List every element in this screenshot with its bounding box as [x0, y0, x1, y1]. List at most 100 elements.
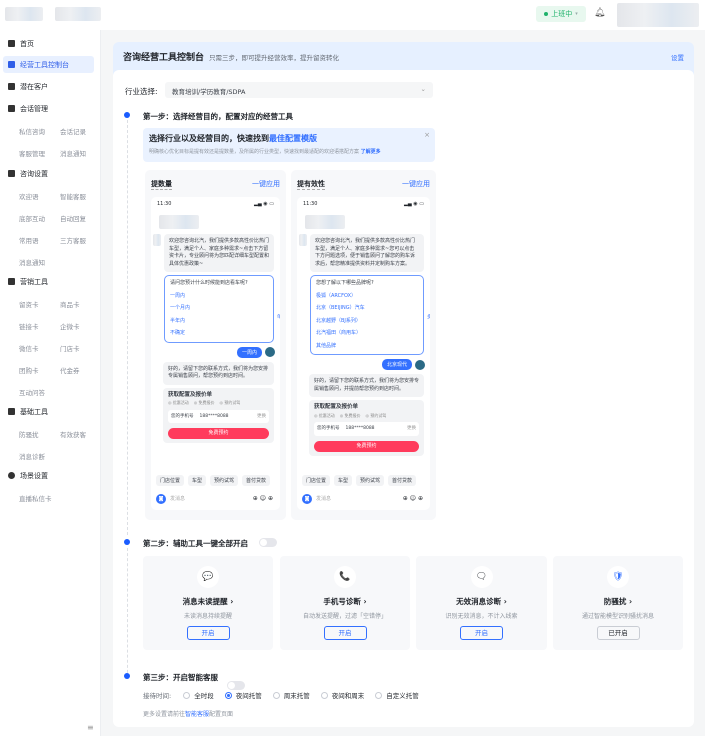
sidebar-subitem[interactable]: 直播私信卡	[19, 493, 52, 503]
top-bar: 上班中 ▾ 🔔︎	[0, 0, 705, 30]
quick-option[interactable]: 不确定	[170, 330, 268, 338]
quick-option[interactable]: 北京（BEIJING）汽车	[316, 305, 418, 313]
sidebar-subitem[interactable]: 防骚扰	[19, 429, 39, 439]
sidebar-subitem[interactable]: 商品卡	[60, 299, 80, 309]
bell-icon[interactable]: 🔔︎	[594, 8, 605, 18]
settings-link[interactable]: 设置	[671, 52, 684, 62]
tool-name[interactable]: 无效消息诊断	[456, 597, 501, 606]
submit-button[interactable]: 免费预约	[314, 440, 419, 452]
sidebar-subitem[interactable]: 微信卡	[19, 343, 39, 353]
radio-night-weekend[interactable]: 夜间和周末	[320, 690, 364, 700]
quick-option[interactable]: 极狐（ARCFOX）	[316, 293, 418, 301]
step2-dot	[124, 539, 130, 545]
input-actions-icons[interactable]: ⊕☺⊕	[403, 495, 425, 502]
sidebar-item-console[interactable]: 经营工具控制台	[3, 56, 94, 73]
user-profile[interactable]	[617, 3, 699, 27]
apply-button[interactable]: 一键应用	[252, 179, 280, 190]
enabled-button[interactable]: 已开启	[596, 626, 640, 640]
camera-icon[interactable]: ◙	[302, 493, 312, 504]
quick-chip[interactable]: 首付贷款	[388, 475, 417, 486]
sidebar-subitem[interactable]: 门店卡	[60, 343, 80, 353]
sidebar-item-session[interactable]: 会话管理	[3, 100, 94, 117]
quick-option[interactable]: 半年内	[170, 318, 268, 326]
sidebar-subitem[interactable]: 私信咨询	[19, 126, 45, 136]
input-actions-icons[interactable]: ⊕☺⊕	[253, 495, 275, 502]
quick-chip[interactable]: 预约试驾	[356, 475, 385, 486]
quick-chips: 门店位置 车型 预约试驾 首付贷款	[302, 475, 417, 486]
tool-card-anti-harassment: 🛡 防骚扰 › 通过智能模型识别骚扰消息 已开启	[553, 556, 683, 650]
sidebar-subitem[interactable]: 三方客服	[60, 235, 86, 245]
sidebar-item-leads[interactable]: 潜在客户	[3, 78, 94, 95]
sidebar-subitem[interactable]: 团购卡	[19, 365, 39, 375]
tool-name[interactable]: 手机号诊断	[323, 597, 361, 606]
sidebar-subitem[interactable]: 智能客服	[60, 191, 86, 201]
apply-button[interactable]: 一键应用	[402, 179, 430, 190]
sidebar-subitem[interactable]: 消息通知	[19, 257, 45, 267]
enable-button[interactable]: 开启	[460, 626, 503, 640]
tool-card-unread-reminder: 💬 消息未读提醒 › 未读消息持续提醒 开启	[143, 556, 273, 650]
quick-option[interactable]: 一周内	[170, 293, 268, 301]
tool-name[interactable]: 消息未读提醒	[183, 597, 228, 606]
sidebar-item-basic[interactable]: 基础工具	[3, 403, 94, 420]
question-card: 您想了解以下哪些品牌呢? 极狐（ARCFOX） 北京（BEIJING）汽车 北京越野（…	[310, 275, 430, 355]
sidebar-subitem[interactable]: 代金券	[60, 365, 80, 375]
collapse-sidebar-icon[interactable]: ≡	[87, 723, 94, 732]
quick-chip[interactable]: 首付贷款	[242, 475, 271, 486]
work-status-dropdown[interactable]: 上班中 ▾	[536, 6, 586, 22]
camera-icon[interactable]: ◙	[156, 493, 166, 504]
radio-all-time[interactable]: 全时段	[183, 690, 214, 700]
quick-option[interactable]: 北汽福田（商用车）	[316, 330, 418, 338]
quick-chip[interactable]: 车型	[334, 475, 353, 486]
sidebar-subitem[interactable]: 自动回复	[60, 213, 86, 223]
tool-name[interactable]: 防骚扰	[604, 597, 627, 606]
account-logo	[55, 7, 101, 21]
quick-option[interactable]: 一个月内	[170, 305, 268, 313]
quick-chips: 门店位置 车型 预约试驾 首付贷款	[156, 475, 271, 486]
sidebar-item-marketing[interactable]: 营销工具	[3, 273, 94, 290]
page-title: 咨询经营工具控制台	[123, 53, 205, 63]
change-phone-link[interactable]: 更换	[257, 413, 266, 421]
message-input[interactable]: 发消息	[170, 495, 185, 502]
sidebar-subitem[interactable]: 常用语	[19, 235, 39, 245]
radio-custom[interactable]: 自定义托管	[375, 690, 419, 700]
radio-night[interactable]: 夜间托管	[224, 690, 262, 700]
sidebar-subitem[interactable]: 底部互动	[19, 213, 45, 223]
enable-button[interactable]: 开启	[323, 626, 367, 640]
step3-toggle[interactable]	[227, 681, 245, 690]
quick-option[interactable]: 其他品牌	[316, 343, 418, 351]
quick-chip[interactable]: 门店位置	[156, 475, 185, 486]
sidebar-subitem[interactable]: 有效获客	[60, 429, 86, 439]
quick-chip[interactable]: 门店位置	[302, 475, 331, 486]
banner-desc: 明确核心优化目标是提有效还是提数量，及所属的行业类型，快速找到最适配的欢迎语搭配…	[149, 149, 360, 155]
sidebar-subitem[interactable]: 消息通知	[60, 148, 86, 158]
radio-weekend[interactable]: 周末托管	[272, 690, 310, 700]
enable-button[interactable]: 开启	[186, 626, 230, 640]
sidebar-item-scene[interactable]: 场景设置	[3, 467, 94, 484]
sidebar-item-home[interactable]: 首页	[3, 35, 94, 52]
industry-select[interactable]: 教育培训/学历教育/SDPA ⌄	[165, 82, 433, 98]
change-phone-link[interactable]: 更换	[407, 425, 416, 433]
learn-more-link[interactable]: 了解更多	[361, 149, 381, 155]
sidebar-subitem[interactable]: 客服管理	[19, 148, 45, 158]
sidebar-subitem[interactable]: 欢迎语	[19, 191, 39, 201]
sidebar-subitem[interactable]: 企微卡	[60, 321, 80, 331]
sidebar-subitem[interactable]: 消息诊断	[19, 451, 45, 461]
reception-time-label: 接待时间:	[143, 692, 172, 700]
sidebar-subitem[interactable]: 链接卡	[19, 321, 39, 331]
sidebar-subitem[interactable]: 留资卡	[19, 299, 39, 309]
quick-chip[interactable]: 预约试驾	[210, 475, 239, 486]
quick-option[interactable]: 北京越野（BJ系列）	[316, 318, 418, 326]
template-panel: 提数量 一键应用 11:30 ▂▄ ◉ ▭ 欢迎您咨询北汽，我们提供多款高性价比热…	[145, 170, 286, 520]
sidebar-subitem[interactable]: 互动问答	[19, 387, 45, 397]
close-icon[interactable]: ×	[424, 131, 430, 139]
step2-toggle[interactable]	[259, 538, 277, 547]
lead-form-card: 获取配置及报价单 ◎ 优惠活动 ◎ 免费报价 ◎ 预约试驾 您的手机号 188****…	[309, 400, 424, 456]
sidebar-subitem[interactable]: 会话记录	[60, 126, 86, 136]
sidebar-item-consult[interactable]: 咨询设置	[3, 165, 94, 182]
quick-chip[interactable]: 车型	[188, 475, 207, 486]
message-input[interactable]: 发消息	[316, 495, 331, 502]
submit-button[interactable]: 免费预约	[168, 428, 269, 439]
signal-battery-icon: ▂▄ ◉ ▭	[404, 201, 424, 207]
tool-desc: 未读消息持续提醒	[183, 613, 232, 620]
smart-service-link[interactable]: 智能客服	[185, 711, 209, 718]
